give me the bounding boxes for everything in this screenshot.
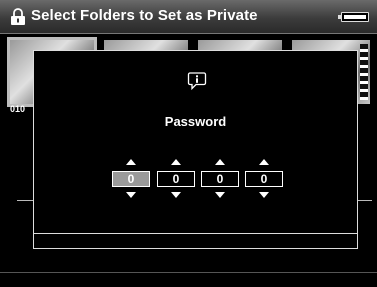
status-divider (0, 272, 377, 273)
divider (358, 200, 372, 201)
password-digit-3: 0 (201, 159, 239, 199)
digit-field[interactable]: 0 (245, 171, 283, 187)
increment-arrow-icon[interactable] (171, 159, 181, 165)
digit-field[interactable]: 0 (157, 171, 195, 187)
page-title: Select Folders to Set as Private (31, 7, 258, 24)
password-digit-2: 0 (157, 159, 195, 199)
divider (17, 200, 33, 201)
dialog-title: Password (164, 114, 227, 129)
decrement-arrow-icon[interactable] (126, 192, 136, 198)
battery-icon (338, 12, 369, 22)
digit-field[interactable]: 0 (112, 171, 150, 187)
film-sprocket-icon (360, 44, 368, 100)
increment-arrow-icon[interactable] (259, 159, 269, 165)
digit-field[interactable]: 0 (201, 171, 239, 187)
dialog-divider (34, 233, 357, 234)
increment-arrow-icon[interactable] (215, 159, 225, 165)
title-bar: Select Folders to Set as Private (0, 0, 377, 34)
lock-icon (11, 8, 25, 25)
decrement-arrow-icon[interactable] (215, 192, 225, 198)
folder-label: 010 (10, 104, 26, 114)
decrement-arrow-icon[interactable] (171, 192, 181, 198)
password-digit-1: 0 (112, 159, 150, 199)
password-digit-4: 0 (245, 159, 283, 199)
increment-arrow-icon[interactable] (126, 159, 136, 165)
info-icon (187, 72, 207, 91)
decrement-arrow-icon[interactable] (259, 192, 269, 198)
password-dialog: Password 0 0 0 0 (33, 50, 358, 249)
